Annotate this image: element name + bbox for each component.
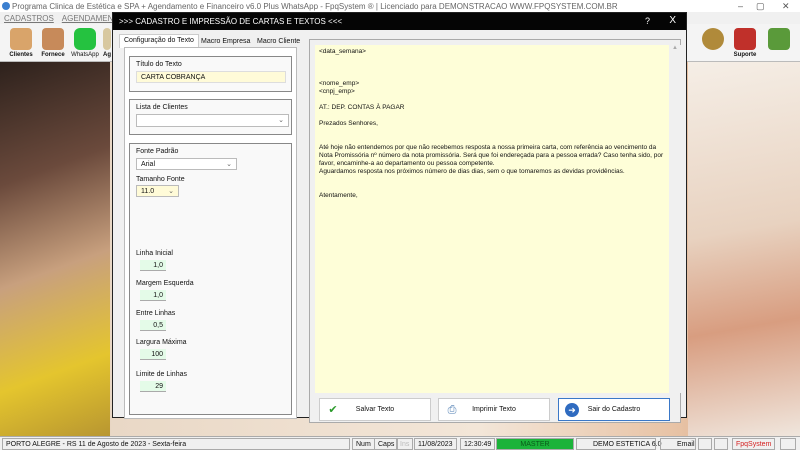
arrow-right-icon: ➜	[565, 403, 579, 417]
exit-icon	[768, 28, 790, 50]
save-button[interactable]: ✔ Salvar Texto	[319, 398, 431, 421]
chevron-down-icon: ⌄	[278, 117, 284, 124]
whatsapp-icon	[74, 28, 96, 50]
dialog-close-button[interactable]: X	[669, 15, 676, 26]
save-label: Salvar Texto	[355, 406, 395, 413]
text-scrollbar[interactable]: ▲	[669, 45, 681, 393]
field-label: Margem Esquerda	[136, 280, 194, 287]
status-caps: Caps	[374, 438, 399, 450]
clientes-select[interactable]: ⌄	[136, 114, 289, 127]
status-date: 11/08/2023	[414, 438, 457, 450]
letters-dialog: >>> CADASTRO E IMPRESSÃO DE CARTAS E TEX…	[112, 12, 687, 423]
status-location: PORTO ALEGRE - RS 11 de Agosto de 2023 -…	[2, 438, 350, 450]
largura-maxima-input[interactable]: 100	[140, 349, 166, 360]
status-ins: Ins	[396, 438, 414, 450]
background-photo	[0, 62, 110, 436]
clients-group: Lista de Clientes ⌄	[129, 99, 292, 135]
checkmark-icon: ✔	[328, 404, 338, 416]
printer-icon[interactable]	[698, 438, 712, 450]
toolbar-label: Fornece	[41, 52, 65, 58]
agenda-icon	[103, 28, 111, 50]
tamanho-value: 11.0	[141, 188, 155, 195]
scroll-up-icon[interactable]: ▲	[672, 45, 678, 51]
toolbar-agenda[interactable]: Ag	[102, 26, 112, 60]
status-email[interactable]: Email	[660, 438, 696, 450]
status-user: MASTER	[496, 438, 574, 450]
support-icon	[734, 28, 756, 50]
status-db: DEMO ESTETICA 6.0	[576, 438, 661, 450]
tamanho-label: Tamanho Fonte	[136, 176, 185, 183]
text-panel: <data_semana> <nome_emp> <cnpj_emp> AT.:…	[309, 39, 681, 423]
background-photo	[688, 62, 800, 436]
toolbar-suporte[interactable]: Suporte	[728, 26, 762, 60]
clientes-label: Lista de Clientes	[136, 104, 188, 111]
status-brand: FpqSystem	[732, 438, 776, 450]
linha-inicial-input[interactable]: 1,0	[140, 260, 166, 271]
toolbar-label: Ag	[103, 52, 111, 58]
toolbar-clientes[interactable]: Clientes	[4, 26, 38, 60]
font-group: Fonte Padrão Arial ⌄ Tamanho Fonte 11.0 ⌄ …	[129, 143, 292, 415]
field-label: Entre Linhas	[136, 310, 176, 317]
fonte-value: Arial	[141, 161, 156, 168]
field-label: Largura Máxima	[136, 339, 187, 346]
toolbar-exit[interactable]	[762, 26, 796, 60]
status-num: Num	[352, 438, 375, 450]
help-button[interactable]: ?	[645, 16, 650, 26]
printer-icon: ⎙	[447, 404, 457, 416]
chevron-down-icon: ⌄	[168, 188, 174, 195]
title-group: Título do Texto CARTA COBRANÇA	[129, 56, 292, 92]
exit-label: Sair do Cadastro	[587, 406, 641, 413]
money-icon	[702, 28, 724, 50]
calculator-icon[interactable]	[714, 438, 728, 450]
titulo-input[interactable]: CARTA COBRANÇA	[136, 71, 286, 83]
toolbar-label: Clientes	[9, 52, 33, 58]
toolbar-label: Suporte	[733, 52, 757, 58]
status-bar: PORTO ALEGRE - RS 11 de Agosto de 2023 -…	[0, 436, 800, 450]
clients-icon	[10, 28, 32, 50]
margem-esquerda-input[interactable]: 1,0	[140, 290, 166, 301]
supplier-icon	[42, 28, 64, 50]
app-title-bar: Programa Clinica de Estética e SPA + Age…	[0, 0, 800, 12]
menu-cadastros[interactable]: CADASTROS	[4, 14, 54, 23]
toolbar-whatsapp[interactable]: WhatsApp	[68, 26, 102, 60]
toolbar-fornece[interactable]: Fornece	[36, 26, 70, 60]
titulo-label: Título do Texto	[136, 61, 182, 68]
toolbar-label: WhatsApp	[71, 52, 99, 58]
limite-linhas-input[interactable]: 29	[140, 381, 166, 392]
field-label: Limite de Linhas	[136, 371, 187, 378]
minimize-button[interactable]: –	[738, 1, 743, 11]
chevron-down-icon: ⌄	[226, 161, 232, 168]
config-panel: Título do Texto CARTA COBRANÇA Lista de …	[124, 47, 297, 419]
close-button[interactable]: ✕	[782, 1, 790, 12]
letter-text-editor[interactable]: <data_semana> <nome_emp> <cnpj_emp> AT.:…	[315, 45, 669, 393]
entre-linhas-input[interactable]: 0,5	[140, 320, 166, 331]
print-button[interactable]: ⎙ Imprimir Texto	[438, 398, 550, 421]
building-icon	[780, 438, 796, 450]
app-icon	[2, 2, 10, 10]
field-label: Linha Inicial	[136, 250, 173, 257]
print-label: Imprimir Texto	[472, 406, 516, 413]
dialog-title-bar: >>> CADASTRO E IMPRESSÃO DE CARTAS E TEX…	[113, 13, 686, 30]
exit-button[interactable]: ➜ Sair do Cadastro	[558, 398, 670, 421]
app-title: Programa Clinica de Estética e SPA + Age…	[12, 2, 618, 11]
dialog-title: >>> CADASTRO E IMPRESSÃO DE CARTAS E TEX…	[119, 17, 343, 26]
fonte-select[interactable]: Arial ⌄	[136, 158, 237, 170]
tab-configuracao[interactable]: Configuração do Texto	[119, 34, 199, 48]
maximize-button[interactable]: ▢	[756, 1, 765, 12]
fonte-label: Fonte Padrão	[136, 148, 179, 155]
tamanho-select[interactable]: 11.0 ⌄	[136, 185, 179, 197]
toolbar-financeiro[interactable]	[696, 26, 730, 60]
status-time: 12:30:49	[460, 438, 496, 450]
